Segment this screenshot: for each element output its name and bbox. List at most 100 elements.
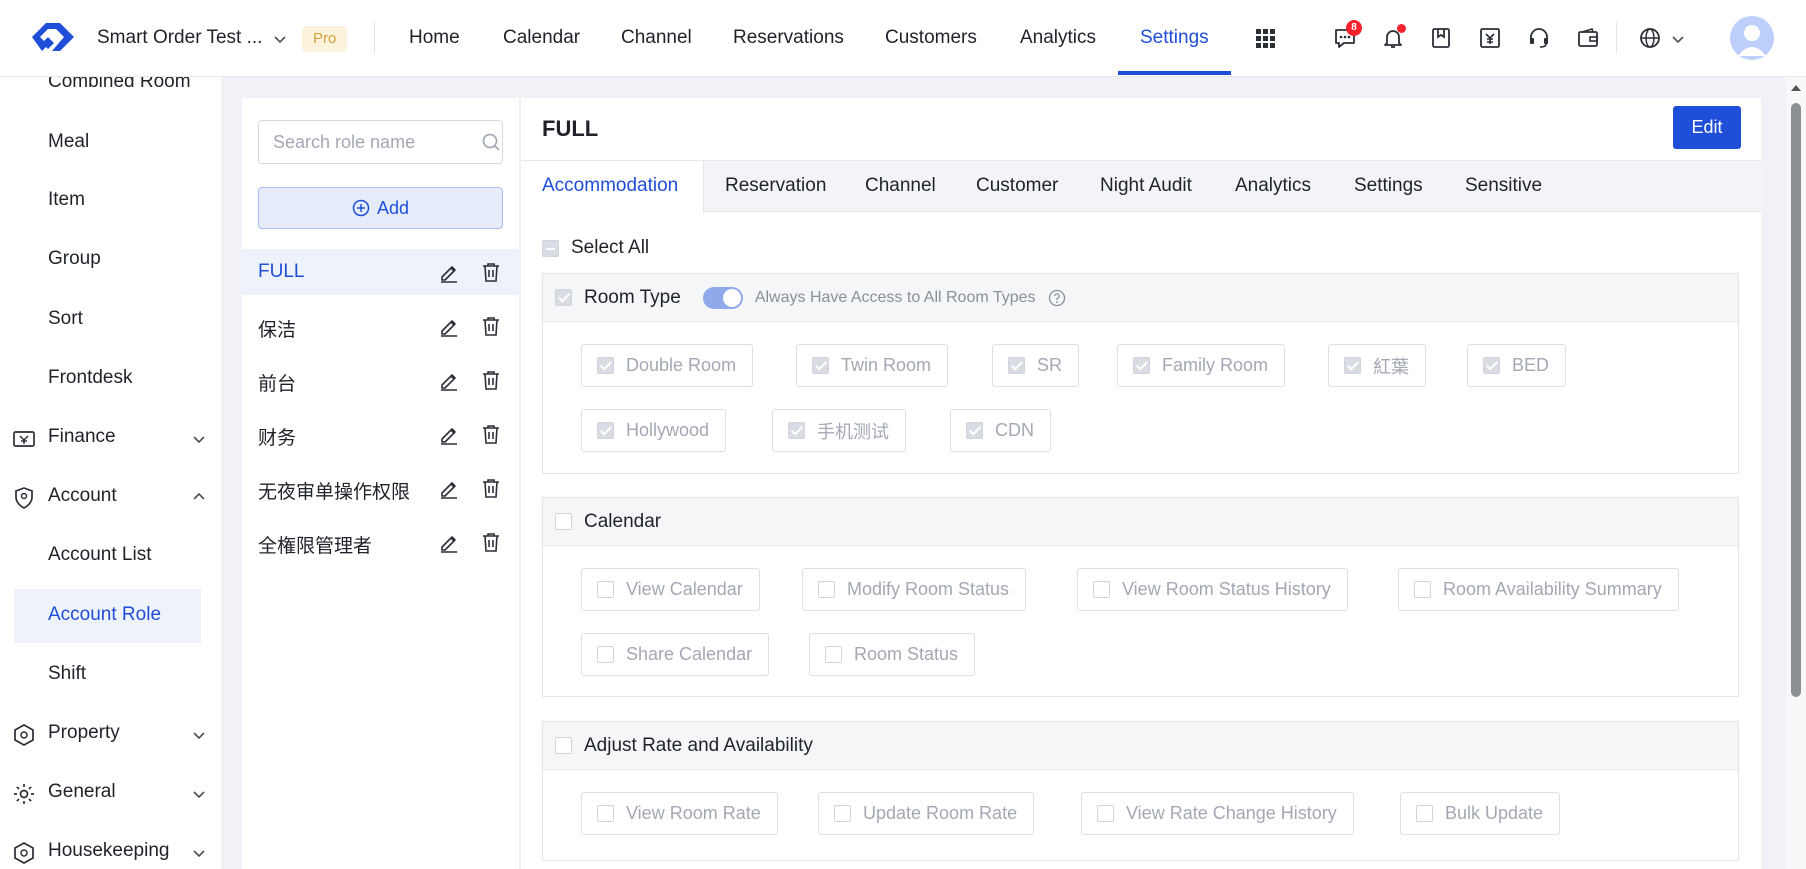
sidebar-group-account[interactable]: Account <box>48 485 117 507</box>
nav-analytics[interactable]: Analytics <box>1020 27 1096 49</box>
permission-chip[interactable]: View Rate Change History <box>1081 792 1354 835</box>
invoice-icon[interactable] <box>1477 25 1503 51</box>
sidebar-item-meal[interactable]: Meal <box>48 131 89 153</box>
sidebar-group-property[interactable]: Property <box>48 722 120 744</box>
permission-chip[interactable]: Hollywood <box>581 409 727 452</box>
chip-checkbox[interactable] <box>597 422 614 439</box>
select-all-row[interactable]: Select All <box>542 237 649 259</box>
sidebar-item-account-list[interactable]: Account List <box>48 544 152 566</box>
permission-chip[interactable]: Share Calendar <box>581 633 770 676</box>
calendar-checkbox[interactable] <box>555 513 572 530</box>
trash-icon[interactable] <box>480 423 502 445</box>
edit-icon[interactable] <box>438 369 460 391</box>
sidebar-item-shift[interactable]: Shift <box>48 663 86 685</box>
sidebar-group-general[interactable]: General <box>48 781 116 803</box>
permission-chip[interactable]: Bulk Update <box>1400 792 1561 835</box>
tab-night-audit[interactable]: Night Audit <box>1100 161 1192 213</box>
page-scrollbar[interactable] <box>1786 77 1806 869</box>
nav-reservations[interactable]: Reservations <box>733 27 844 49</box>
chip-checkbox[interactable] <box>1344 357 1361 374</box>
room-type-checkbox[interactable] <box>555 289 572 306</box>
chip-checkbox[interactable] <box>1008 357 1025 374</box>
permission-chip[interactable]: BED <box>1467 344 1567 387</box>
permission-chip[interactable]: CDN <box>950 409 1051 452</box>
permission-chip[interactable]: SR <box>992 344 1080 387</box>
permission-chip[interactable]: View Room Status History <box>1077 568 1348 611</box>
trash-icon[interactable] <box>480 315 502 337</box>
role-row[interactable]: FULL <box>242 249 519 295</box>
wallet-icon[interactable] <box>1575 25 1601 51</box>
chip-checkbox[interactable] <box>825 646 842 663</box>
role-row[interactable]: 前台 <box>242 357 519 403</box>
scrollbar-thumb[interactable] <box>1791 103 1801 697</box>
chip-checkbox[interactable] <box>597 805 614 822</box>
chip-checkbox[interactable] <box>1416 805 1433 822</box>
nav-settings[interactable]: Settings <box>1140 27 1209 49</box>
chevron-up-icon[interactable] <box>191 489 207 505</box>
select-all-checkbox[interactable] <box>542 239 559 257</box>
sidebar-group-finance[interactable]: Finance <box>48 426 116 448</box>
permission-chip[interactable]: 手机测试 <box>772 409 906 452</box>
app-logo-icon[interactable] <box>28 17 78 57</box>
role-row[interactable]: 无夜审单操作权限 <box>242 465 519 511</box>
chip-checkbox[interactable] <box>1483 357 1500 374</box>
scroll-up-arrow-icon[interactable] <box>1786 81 1806 95</box>
all-room-types-toggle[interactable] <box>702 286 743 309</box>
chip-checkbox[interactable] <box>834 805 851 822</box>
sidebar-item-sort[interactable]: Sort <box>48 308 83 330</box>
chip-checkbox[interactable] <box>597 581 614 598</box>
permission-chip[interactable]: Update Room Rate <box>818 792 1035 835</box>
trash-icon[interactable] <box>480 369 502 391</box>
permission-chip[interactable]: View Room Rate <box>581 792 778 835</box>
sidebar-item-account-role[interactable]: Account Role <box>48 604 161 626</box>
role-row[interactable]: 保洁 <box>242 303 519 349</box>
tab-settings[interactable]: Settings <box>1354 161 1423 213</box>
tab-accommodation[interactable]: Accommodation <box>521 161 704 214</box>
tab-reservation[interactable]: Reservation <box>725 161 826 213</box>
permission-chip[interactable]: Room Availability Summary <box>1398 568 1679 611</box>
edit-icon[interactable] <box>438 315 460 337</box>
chevron-down-icon[interactable] <box>191 845 207 861</box>
language-chevron-icon[interactable] <box>1670 31 1686 47</box>
permission-chip[interactable]: 紅葉 <box>1328 344 1426 387</box>
help-circle-icon[interactable] <box>1048 289 1066 307</box>
add-role-button[interactable]: Add <box>258 187 503 229</box>
trash-icon[interactable] <box>480 531 502 553</box>
sidebar-item-item[interactable]: Item <box>48 189 85 211</box>
bookmark-icon[interactable] <box>1428 25 1454 51</box>
chip-checkbox[interactable] <box>1097 805 1114 822</box>
nav-customers[interactable]: Customers <box>885 27 977 49</box>
nav-home[interactable]: Home <box>409 27 460 49</box>
edit-icon[interactable] <box>438 261 460 283</box>
chip-checkbox[interactable] <box>597 357 614 374</box>
permission-chip[interactable]: Family Room <box>1117 344 1286 387</box>
globe-icon[interactable] <box>1637 25 1663 51</box>
avatar[interactable] <box>1730 16 1774 60</box>
tab-analytics[interactable]: Analytics <box>1235 161 1311 213</box>
role-search-input[interactable] <box>259 121 469 163</box>
trash-icon[interactable] <box>480 477 502 499</box>
permission-chip[interactable]: Room Status <box>809 633 976 676</box>
tab-sensitive[interactable]: Sensitive <box>1465 161 1542 213</box>
role-row[interactable]: 财务 <box>242 411 519 457</box>
trash-icon[interactable] <box>480 261 502 283</box>
nav-calendar[interactable]: Calendar <box>503 27 580 49</box>
hotel-name[interactable]: Smart Order Test ... <box>97 27 262 49</box>
nav-channel[interactable]: Channel <box>621 27 692 49</box>
sidebar-item-frontdesk[interactable]: Frontdesk <box>48 367 132 389</box>
headset-icon[interactable] <box>1526 25 1552 51</box>
tab-channel[interactable]: Channel <box>865 161 936 213</box>
permission-chip[interactable]: Twin Room <box>796 344 949 387</box>
chevron-down-icon[interactable] <box>272 31 288 47</box>
chip-checkbox[interactable] <box>812 357 829 374</box>
role-row[interactable]: 全権限管理者 <box>242 519 519 565</box>
edit-icon[interactable] <box>438 423 460 445</box>
chip-checkbox[interactable] <box>818 581 835 598</box>
apps-grid-icon[interactable] <box>1252 25 1278 51</box>
permission-chip[interactable]: Modify Room Status <box>802 568 1027 611</box>
chip-checkbox[interactable] <box>966 422 983 439</box>
edit-icon[interactable] <box>438 477 460 499</box>
chevron-down-icon[interactable] <box>191 727 207 743</box>
sidebar-item-group[interactable]: Group <box>48 248 101 270</box>
chip-checkbox[interactable] <box>1093 581 1110 598</box>
